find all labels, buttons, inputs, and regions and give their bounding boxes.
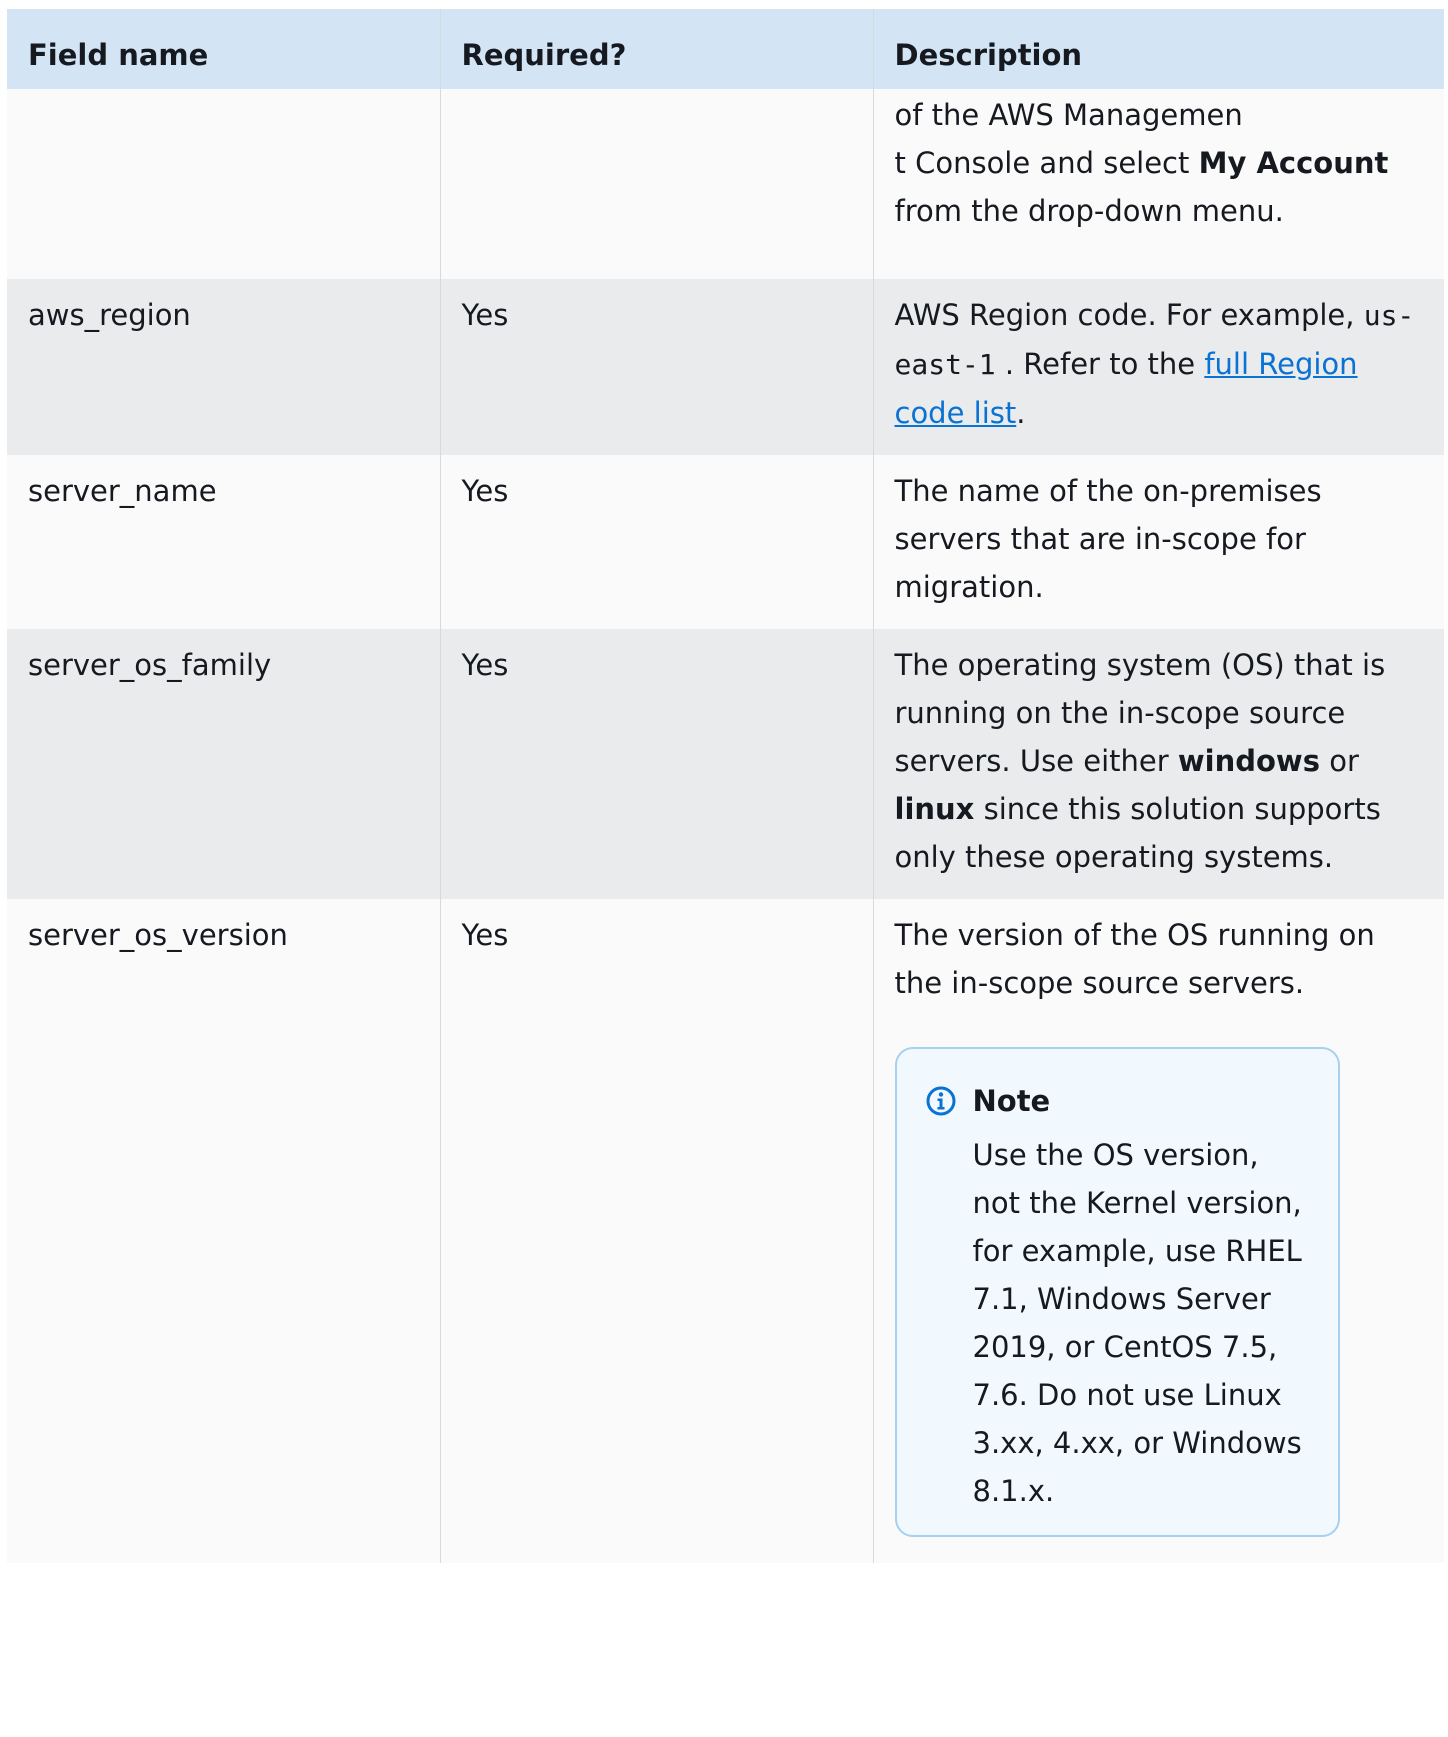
required-cell: Yes [440, 629, 874, 899]
field-cell [7, 89, 441, 279]
description-cell: of the AWS Managemen t Console and select… [873, 89, 1444, 279]
description-text: of the AWS Managemen [894, 98, 1243, 132]
note-header: Note [925, 1077, 1314, 1125]
description-cell: The name of the on-premises servers that… [873, 455, 1444, 629]
table-row: of the AWS Managemen t Console and select… [7, 89, 1444, 279]
fields-table: Field name Required? Description of the … [7, 9, 1444, 1563]
description-cell: AWS Region code. For example, us-east-1 … [873, 279, 1444, 455]
field-cell: aws_region [7, 279, 441, 455]
table-row: aws_region Yes AWS Region code. For exam… [7, 279, 1444, 455]
required-cell [440, 89, 874, 279]
description-text: The version of the OS running on the in-… [894, 918, 1375, 1000]
field-cell: server_name [7, 455, 441, 629]
description-text: from the drop-down menu. [894, 194, 1284, 228]
note-box: Note Use the OS version, not the Kernel … [894, 1047, 1340, 1537]
table-header-row: Field name Required? Description [7, 9, 1444, 89]
description-cell: The operating system (OS) that is runnin… [873, 629, 1444, 899]
os-windows: windows [1177, 744, 1320, 778]
required-cell: Yes [440, 899, 874, 1563]
field-cell: server_os_version [7, 899, 441, 1563]
description-bold: My Account [1198, 146, 1389, 180]
os-linux: linux [894, 792, 975, 826]
description-text: t Console and select [894, 146, 1199, 180]
table-row: server_os_version Yes The version of the… [7, 899, 1444, 1563]
description-text: . [1016, 396, 1026, 430]
header-required: Required? [440, 9, 874, 89]
info-circle-icon [926, 1086, 955, 1116]
description-text: AWS Region code. For example, [894, 298, 1364, 332]
header-field-name: Field name [7, 9, 441, 89]
header-description: Description [873, 9, 1444, 89]
note-body: Use the OS version, not the Kernel versi… [972, 1138, 1302, 1508]
field-cell: server_os_family [7, 629, 441, 899]
required-cell: Yes [440, 455, 874, 629]
note-title: Note [972, 1084, 1051, 1118]
required-cell: Yes [440, 279, 874, 455]
table-row: server_name Yes The name of the on-premi… [7, 455, 1444, 629]
table-row: server_os_family Yes The operating syste… [7, 629, 1444, 899]
description-text: or [1320, 744, 1359, 778]
description-text: . Refer to the [995, 347, 1205, 381]
description-cell: The version of the OS running on the in-… [873, 899, 1444, 1563]
